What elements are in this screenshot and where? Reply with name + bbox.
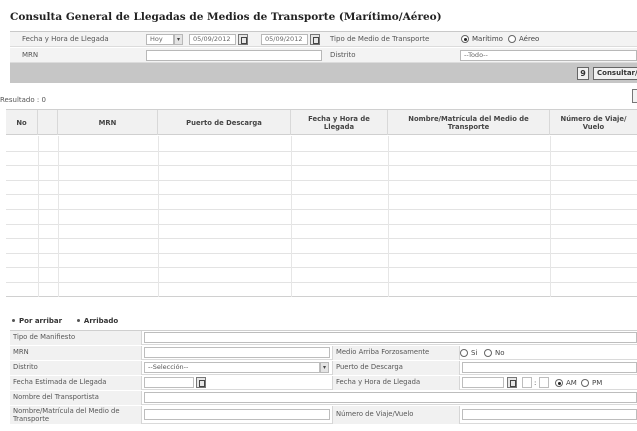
- carrier-label: Nombre del Transportista: [10, 391, 142, 405]
- column-header-voyage[interactable]: Número de Viaje/ Vuelo: [550, 110, 637, 135]
- forced-yes-radio[interactable]: [460, 349, 468, 357]
- grid-row-line: [6, 150, 637, 152]
- grid-column-line: [388, 136, 389, 297]
- forced-no-label: No: [495, 349, 505, 357]
- grid-header: No MRN Puerto de Descarga Fecha y Hora d…: [6, 110, 637, 135]
- help-button[interactable]: 9: [577, 67, 589, 80]
- grid-row-line: [6, 165, 637, 167]
- detail-mrn-field[interactable]: [144, 347, 330, 358]
- arrival-label: Fecha y Hora de Llegada: [332, 376, 460, 390]
- search-row-date: Fecha y Hora de Llegada Hoy ▾ 05/09/2012…: [10, 32, 637, 47]
- transport-maritime-label: Marítimo: [472, 35, 503, 43]
- arrival-hour-field[interactable]: [522, 377, 532, 388]
- calendar-icon[interactable]: [507, 377, 517, 388]
- column-header-vessel[interactable]: Nombre/Matrícula del Medio de Transporte: [388, 110, 550, 135]
- legend: Por arribar Arribado: [12, 317, 118, 325]
- detail-mrn-label: MRN: [10, 346, 142, 360]
- grid-row-line: [6, 238, 637, 240]
- vessel-field[interactable]: [144, 409, 330, 420]
- detail-row-district: Distrito --Selección-- ▾ Puerto de Desca…: [10, 361, 637, 375]
- detail-row-mrn: MRN Medio Arriba Forzosamente Si No: [10, 346, 637, 360]
- detail-form: Tipo de Manifiesto MRN Medio Arriba Forz…: [10, 330, 637, 431]
- port-label: Puerto de Descarga: [332, 361, 460, 375]
- legend-arrived: Arribado: [83, 317, 119, 325]
- chevron-down-icon[interactable]: ▾: [320, 362, 329, 373]
- vessel-label: Nombre/Matrícula del Medio de Transporte: [10, 406, 142, 424]
- voyage-label: Número de Viaje/Vuelo: [332, 406, 460, 424]
- pm-label: PM: [592, 379, 603, 387]
- column-header-arrival[interactable]: Fecha y Hora de Llegada: [291, 110, 388, 135]
- grid-column-line: [58, 136, 59, 297]
- legend-bullet: [12, 319, 15, 322]
- pm-radio[interactable]: [581, 379, 589, 387]
- column-header-no[interactable]: No: [6, 110, 38, 135]
- mrn-input[interactable]: [146, 50, 322, 61]
- carrier-field[interactable]: [144, 392, 637, 403]
- action-bar: 9 Consultar/: [10, 63, 637, 83]
- period-select[interactable]: Hoy: [146, 34, 174, 45]
- grid-row-line: [6, 252, 637, 254]
- transport-air-radio[interactable]: [508, 35, 516, 43]
- forced-yes-label: Si: [471, 349, 478, 357]
- detail-row-dates: Fecha Estimada de Llegada Fecha y Hora d…: [10, 376, 637, 390]
- transport-type-label: Tipo de Medio de Transporte: [330, 35, 430, 43]
- district-label: Distrito: [330, 51, 356, 59]
- am-label: AM: [566, 379, 577, 387]
- grid-column-line: [550, 136, 551, 297]
- transport-air-label: Aéreo: [519, 35, 540, 43]
- grid-row-line: [6, 194, 637, 196]
- detail-district-select[interactable]: --Selección--: [144, 362, 320, 373]
- detail-row-carrier: Nombre del Transportista: [10, 391, 637, 405]
- detail-district-label: Distrito: [10, 361, 142, 375]
- district-select[interactable]: --Todo--: [460, 50, 637, 61]
- page-title: Consulta General de Llegadas de Medios d…: [10, 11, 442, 23]
- voyage-field[interactable]: [462, 409, 637, 420]
- calendar-icon[interactable]: [196, 377, 206, 388]
- mrn-label: MRN: [22, 51, 39, 59]
- column-header-select[interactable]: [38, 110, 58, 135]
- date-label: Fecha y Hora de Llegada: [22, 35, 109, 43]
- grid-body: [6, 136, 637, 297]
- query-button[interactable]: Consultar/: [593, 67, 637, 80]
- detail-row-manifest: Tipo de Manifiesto: [10, 331, 637, 345]
- export-button[interactable]: [632, 89, 637, 103]
- forced-no-radio[interactable]: [484, 349, 492, 357]
- port-field[interactable]: [462, 362, 637, 373]
- grid-row-line: [6, 267, 637, 269]
- time-separator: :: [534, 379, 537, 387]
- legend-bullet: [76, 319, 80, 322]
- manifest-type-field[interactable]: [144, 332, 637, 343]
- grid-column-line: [38, 136, 39, 297]
- legend-pending: Por arribar: [19, 317, 63, 325]
- manifest-type-label: Tipo de Manifiesto: [10, 331, 142, 345]
- date-to-input[interactable]: 05/09/2012: [261, 34, 308, 45]
- column-header-port[interactable]: Puerto de Descarga: [158, 110, 291, 135]
- forced-arrival-label: Medio Arriba Forzosamente: [332, 346, 460, 360]
- period-dropdown-arrow[interactable]: ▾: [174, 34, 183, 45]
- calendar-icon[interactable]: [238, 34, 248, 45]
- am-radio[interactable]: [555, 379, 563, 387]
- detail-row-vessel: Nombre/Matrícula del Medio de Transporte…: [10, 406, 637, 424]
- date-from-input[interactable]: 05/09/2012: [189, 34, 236, 45]
- column-header-mrn[interactable]: MRN: [58, 110, 158, 135]
- transport-maritime-radio[interactable]: [461, 35, 469, 43]
- est-date-field[interactable]: [144, 377, 194, 388]
- grid-row-line: [6, 223, 637, 225]
- grid-column-line: [291, 136, 292, 297]
- arrival-date-field[interactable]: [462, 377, 504, 388]
- results-grid: No MRN Puerto de Descarga Fecha y Hora d…: [6, 109, 637, 297]
- search-row-mrn: MRN Distrito --Todo--: [10, 48, 637, 63]
- results-count: Resultado : 0: [0, 96, 46, 104]
- grid-row-line: [6, 282, 637, 283]
- grid-column-line: [158, 136, 159, 297]
- grid-row-line: [6, 179, 637, 181]
- calendar-icon[interactable]: [310, 34, 320, 45]
- arrival-minute-field[interactable]: [539, 377, 549, 388]
- grid-row-line: [6, 209, 637, 210]
- est-date-label: Fecha Estimada de Llegada: [10, 376, 142, 390]
